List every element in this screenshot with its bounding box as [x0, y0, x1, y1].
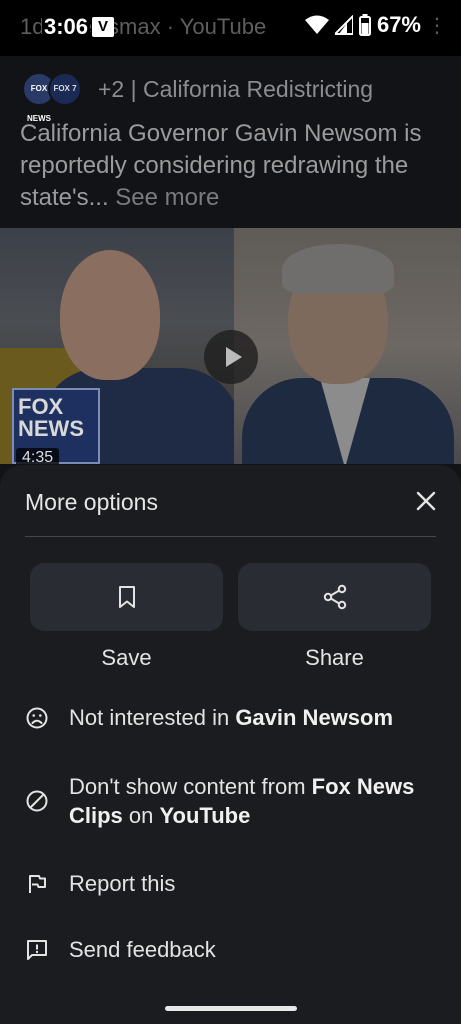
- thumbnail-left-person: FOX NEWS: [0, 228, 240, 464]
- video-duration: 4:35: [16, 448, 60, 464]
- status-time: 3:06: [42, 14, 91, 40]
- fox7-logo: FOX 7: [48, 72, 82, 106]
- share-label[interactable]: Share: [238, 645, 431, 671]
- app-notification-icon: V: [92, 17, 114, 37]
- save-button[interactable]: [30, 563, 223, 631]
- battery-percent: 67%: [376, 12, 421, 37]
- close-icon: [416, 491, 436, 511]
- home-gesture-handle[interactable]: [165, 1006, 297, 1011]
- platform-name: YouTube: [159, 803, 251, 828]
- status-bar: 1d · Newsmax · YouTube 3:06 V 67% ⋮: [0, 0, 461, 56]
- wifi-icon: [304, 15, 329, 34]
- close-button[interactable]: [410, 485, 442, 517]
- more-options-sheet: More options Save Share Not interested i…: [0, 465, 461, 1024]
- cell-signal-icon: [334, 15, 353, 35]
- menu-item-label: Send feedback: [69, 937, 216, 962]
- share-button[interactable]: [238, 563, 431, 631]
- block-icon: [26, 790, 48, 812]
- video-thumbnail: FOX NEWS 4:35: [0, 228, 461, 464]
- news-feed-card: 1d · Newsmax · YouTube 3:06 V 67% ⋮ FOX …: [0, 0, 461, 520]
- flag-icon: [29, 875, 46, 893]
- thumbnail-right-person: [234, 228, 461, 464]
- source-line: +2 | California Redistricting: [98, 75, 374, 102]
- menu-item-dont-show-channel[interactable]: Don't show content from Fox News Clips o…: [0, 771, 461, 835]
- menu-item-not-interested[interactable]: Not interested in Gavin Newsom: [0, 701, 461, 737]
- menu-item-send-feedback[interactable]: Send feedback: [0, 933, 461, 969]
- headline-text: California Governor Gavin Newsom is repo…: [20, 120, 422, 211]
- see-more-link: See more: [115, 184, 220, 211]
- save-label[interactable]: Save: [30, 645, 223, 671]
- topic-name: Gavin Newsom: [235, 705, 394, 730]
- sad-face-icon: [26, 707, 48, 729]
- battery-icon: [358, 14, 371, 36]
- play-icon: [204, 330, 258, 384]
- share-icon: [323, 584, 346, 610]
- source-logos: FOX NEWS FOX 7: [22, 72, 88, 123]
- bookmark-icon: [118, 586, 135, 608]
- source-row: FOX NEWS FOX 7 +2 | California Redistric…: [22, 72, 374, 123]
- feedback-icon: [27, 940, 47, 960]
- menu-item-label: Not interested in Gavin Newsom: [69, 705, 394, 730]
- menu-item-label: Report this: [69, 871, 176, 896]
- sheet-title: More options: [25, 489, 158, 515]
- status-indicators: 67% ⋮: [298, 12, 447, 38]
- menu-item-label: Don't show content from Fox News Clips o…: [69, 774, 415, 828]
- gesture-nav-bar: [0, 995, 461, 1024]
- more-vert-icon: ⋮: [427, 14, 447, 37]
- divider: [25, 536, 436, 537]
- menu-item-report[interactable]: Report this: [0, 867, 461, 903]
- story-headline: California Governor Gavin Newsom is repo…: [20, 118, 445, 214]
